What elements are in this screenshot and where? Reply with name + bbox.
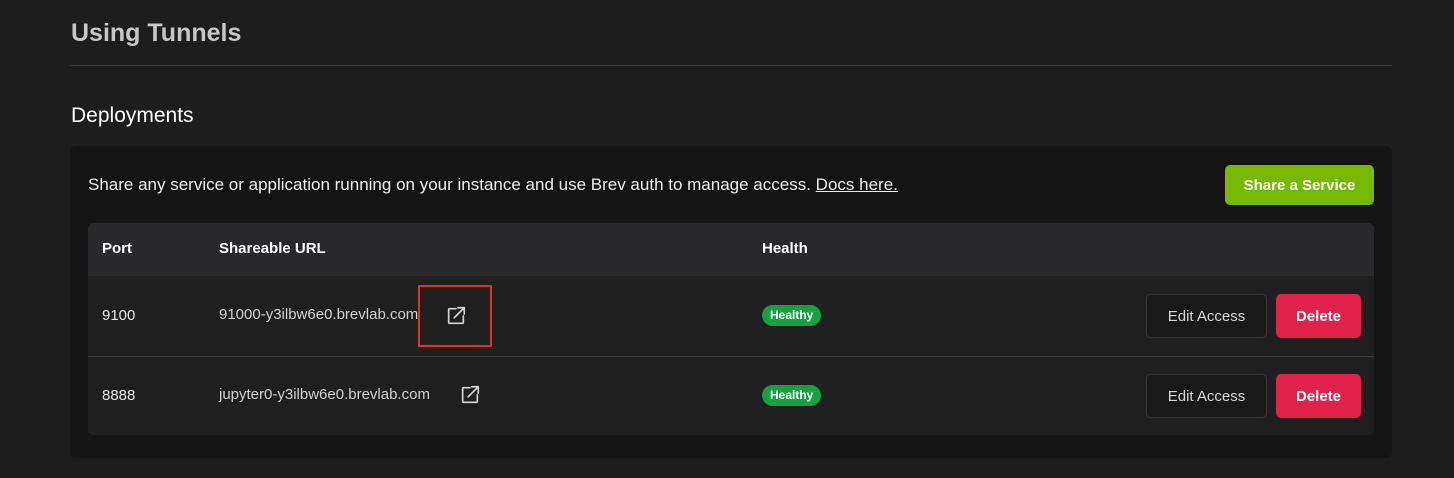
- table-row: 9100 91000-y3ilbw6e0.brevlab.com Healthy…: [88, 276, 1374, 357]
- deployments-table: Port Shareable URL Health 9100 91000-y3i…: [88, 223, 1374, 435]
- page: Using Tunnels Deployments Share any serv…: [0, 0, 1454, 478]
- delete-button[interactable]: Delete: [1276, 294, 1361, 338]
- description-text: Share any service or application running…: [88, 175, 811, 194]
- deployments-description: Share any service or application running…: [88, 175, 898, 195]
- port-cell: 9100: [102, 307, 136, 324]
- share-service-button[interactable]: Share a Service: [1225, 165, 1374, 205]
- section-title: Using Tunnels: [71, 19, 242, 47]
- table-header: Port Shareable URL Health: [88, 223, 1374, 276]
- header-shareable-url: Shareable URL: [219, 240, 326, 257]
- shareable-url-link[interactable]: 91000-y3ilbw6e0.brevlab.com: [219, 306, 418, 323]
- external-link-icon[interactable]: [445, 305, 467, 327]
- health-badge: Healthy: [762, 305, 822, 326]
- header-health: Health: [762, 240, 808, 257]
- deployments-title: Deployments: [71, 104, 194, 127]
- port-cell: 8888: [102, 387, 136, 404]
- deployments-card: Share any service or application running…: [70, 146, 1392, 458]
- health-badge: Healthy: [762, 385, 822, 406]
- edit-access-button[interactable]: Edit Access: [1146, 294, 1267, 338]
- delete-button[interactable]: Delete: [1276, 374, 1361, 418]
- docs-link[interactable]: Docs here.: [816, 175, 898, 194]
- header-port: Port: [102, 240, 132, 257]
- external-link-icon[interactable]: [459, 384, 481, 406]
- section-divider: [70, 65, 1392, 66]
- edit-access-button[interactable]: Edit Access: [1146, 374, 1267, 418]
- table-row: 8888 jupyter0-y3ilbw6e0.brevlab.com Heal…: [88, 356, 1374, 435]
- shareable-url-link[interactable]: jupyter0-y3ilbw6e0.brevlab.com: [219, 386, 430, 403]
